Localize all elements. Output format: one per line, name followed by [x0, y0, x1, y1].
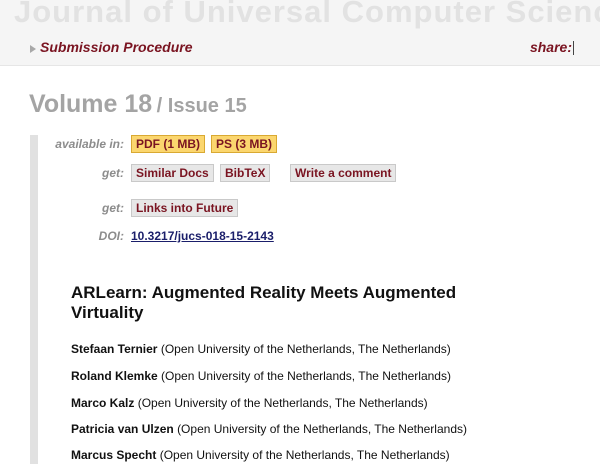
author-affiliation: (Open University of the Netherlands, The… — [160, 342, 451, 356]
similar-docs-button[interactable]: Similar Docs — [131, 164, 214, 182]
pdf-download-button[interactable]: PDF (1 MB) — [131, 135, 205, 153]
author-name: Marco Kalz — [71, 396, 135, 410]
author-line: Stefaan Ternier (Open University of the … — [71, 342, 451, 356]
author-affiliation: (Open University of the Netherlands, The… — [161, 369, 451, 383]
article-title: ARLearn: Augmented Reality Meets Augment… — [71, 283, 457, 322]
author-affiliation: (Open University of the Netherlands, The… — [177, 422, 467, 436]
available-in-label: available in: — [55, 137, 124, 151]
write-comment-button[interactable]: Write a comment — [290, 164, 397, 182]
menu-row: Submission Procedure share: — [0, 34, 600, 64]
doi-link[interactable]: 10.3217/jucs-018-15-2143 — [131, 229, 274, 243]
author-name: Stefaan Ternier — [71, 342, 158, 356]
doi-label: DOI: — [98, 229, 124, 243]
author-name: Roland Klemke — [71, 369, 158, 383]
get-label: get: — [102, 166, 124, 180]
journal-title[interactable]: Journal of Universal Computer Science — [14, 0, 600, 30]
submission-procedure-link[interactable]: Submission Procedure — [40, 39, 192, 55]
bibtex-button[interactable]: BibTeX — [220, 164, 271, 182]
arrow-right-icon — [30, 45, 36, 53]
left-accent-bar — [30, 135, 38, 464]
author-affiliation: (Open University of the Netherlands, The… — [159, 448, 450, 462]
share-label[interactable]: share: — [530, 39, 572, 55]
header-divider — [0, 65, 600, 66]
ps-download-button[interactable]: PS (3 MB) — [211, 135, 278, 153]
author-line: Marco Kalz (Open University of the Nethe… — [71, 396, 428, 410]
get-label-2: get: — [102, 201, 124, 215]
links-into-future-button[interactable]: Links into Future — [131, 199, 239, 217]
volume-heading: Volume 18 / Issue 15 — [29, 90, 247, 119]
issue-number: / Issue 15 — [156, 95, 247, 117]
author-line: Marcus Specht (Open University of the Ne… — [71, 448, 450, 462]
volume-number: Volume 18 — [29, 90, 153, 118]
author-line: Patricia van Ulzen (Open University of t… — [71, 422, 467, 436]
author-name: Marcus Specht — [71, 448, 157, 462]
text-cursor — [573, 41, 574, 55]
author-affiliation: (Open University of the Netherlands, The… — [137, 396, 428, 410]
author-line: Roland Klemke (Open University of the Ne… — [71, 369, 451, 383]
page-header: Journal of Universal Computer Science Su… — [0, 0, 600, 66]
author-name: Patricia van Ulzen — [71, 422, 174, 436]
